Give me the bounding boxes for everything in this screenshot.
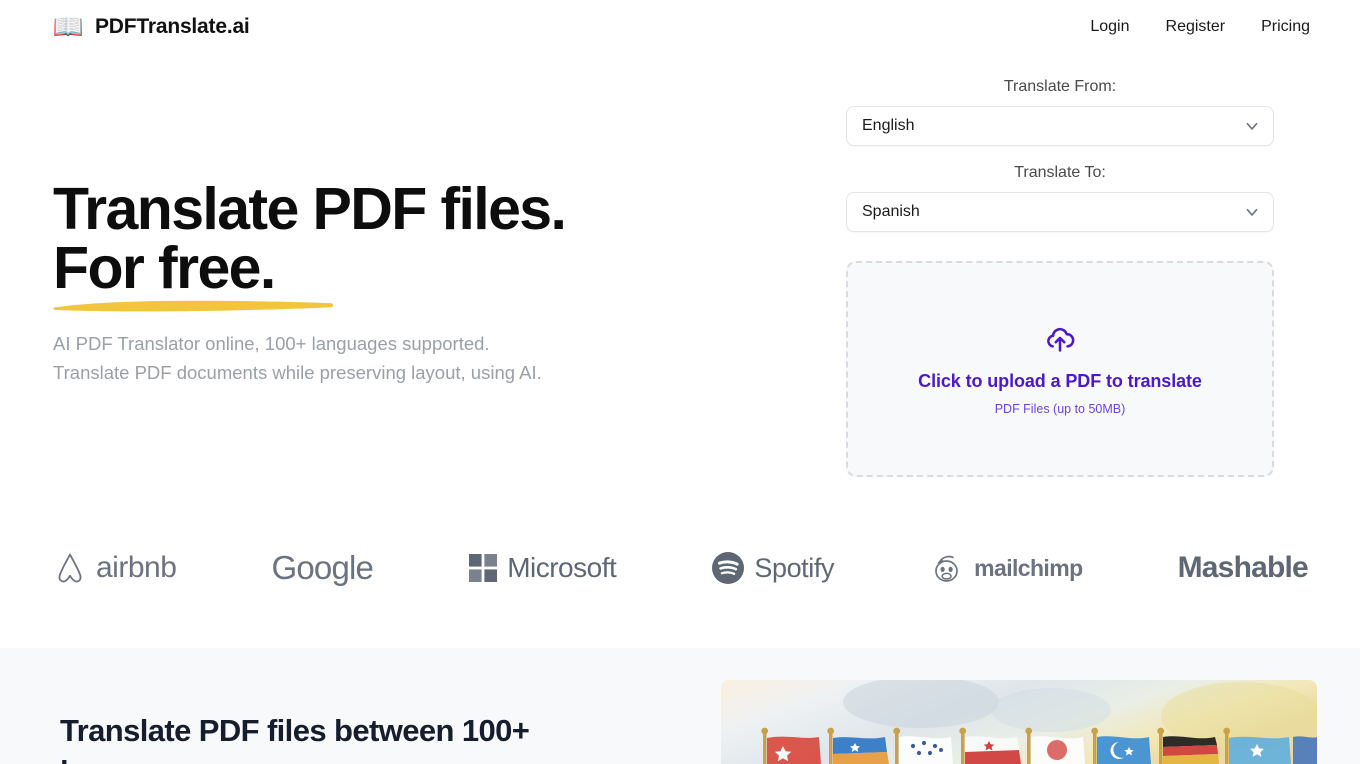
translate-from-value: English [862,117,915,134]
logo-airbnb: airbnb [53,550,177,586]
open-book-icon: 📖 [52,12,84,41]
nav-link-pricing[interactable]: Pricing [1243,14,1328,40]
spotify-circle-icon [712,552,745,584]
watercolor-flags-illustration [721,680,1317,764]
airbnb-loop-icon [58,553,82,583]
chevron-down-icon [1246,122,1258,130]
site-header: 📖 PDFTranslate.ai Login Register Pricing [0,0,1360,56]
languages-section-heading: Translate PDF files between 100+ languag… [60,713,530,764]
translate-from-select[interactable]: English [846,106,1274,146]
microsoft-squares-icon [469,554,498,582]
logo-microsoft: Microsoft [468,552,617,584]
nav-link-login[interactable]: Login [1072,14,1147,40]
chevron-down-icon [1246,208,1258,216]
upload-cta-label: Click to upload a PDF to translate [918,370,1202,391]
translate-to-label: Translate To: [1014,164,1106,181]
headline-line-1: Translate PDF files. [53,176,567,242]
translate-to-select[interactable]: Spanish [846,192,1274,232]
logo-label: airbnb [96,551,177,584]
brand-name: PDFTranslate.ai [95,15,250,38]
logo-mailchimp: mailchimp [929,550,1083,586]
landing-page: 📖 PDFTranslate.ai Login Register Pricing… [0,0,1360,764]
logo-spotify: Spotify [711,551,834,585]
logo-label: mailchimp [974,554,1083,581]
world-flags-image [721,680,1317,764]
translate-from-label: Translate From: [1003,78,1117,95]
hero-text-block: Translate PDF files. For free. AI PDF Tr… [53,180,753,387]
headline-line-2: For free. [53,235,276,301]
nav-link-register[interactable]: Register [1148,14,1244,40]
social-proof-logo-strip: airbnb Google Microsoft Spotify mailchim… [53,533,1309,603]
page-title: Translate PDF files. For free. [53,180,753,312]
pdf-upload-dropzone[interactable]: Click to upload a PDF to translate PDF F… [846,261,1274,477]
hero-subtitle-line-1: AI PDF Translator online, 100+ languages… [53,333,490,354]
logo-mashable: Mashable [1177,551,1309,585]
mailchimp-monkey-icon [935,555,959,582]
hero-subtitle-line-2: Translate PDF documents while preserving… [53,361,542,383]
main-nav: Login Register Pricing [1072,14,1328,40]
logo-label: Microsoft [507,552,617,583]
hero-subtitle: AI PDF Translator online, 100+ languages… [53,330,753,387]
cloud-upload-icon [1047,327,1075,352]
logo-label: Mashable [1177,551,1309,584]
translate-panel: Translate From: English Translate To: Sp… [846,78,1274,477]
logo-google: Google [271,549,373,587]
translate-to-value: Spanish [862,203,920,220]
upload-hint-label: PDF Files (up to 50MB) [994,401,1126,416]
logo-label: Spotify [754,552,835,583]
logo-label: Google [271,549,374,586]
brand-logo-link[interactable]: 📖 PDFTranslate.ai [52,12,250,42]
languages-section: Translate PDF files between 100+ languag… [0,648,1360,764]
